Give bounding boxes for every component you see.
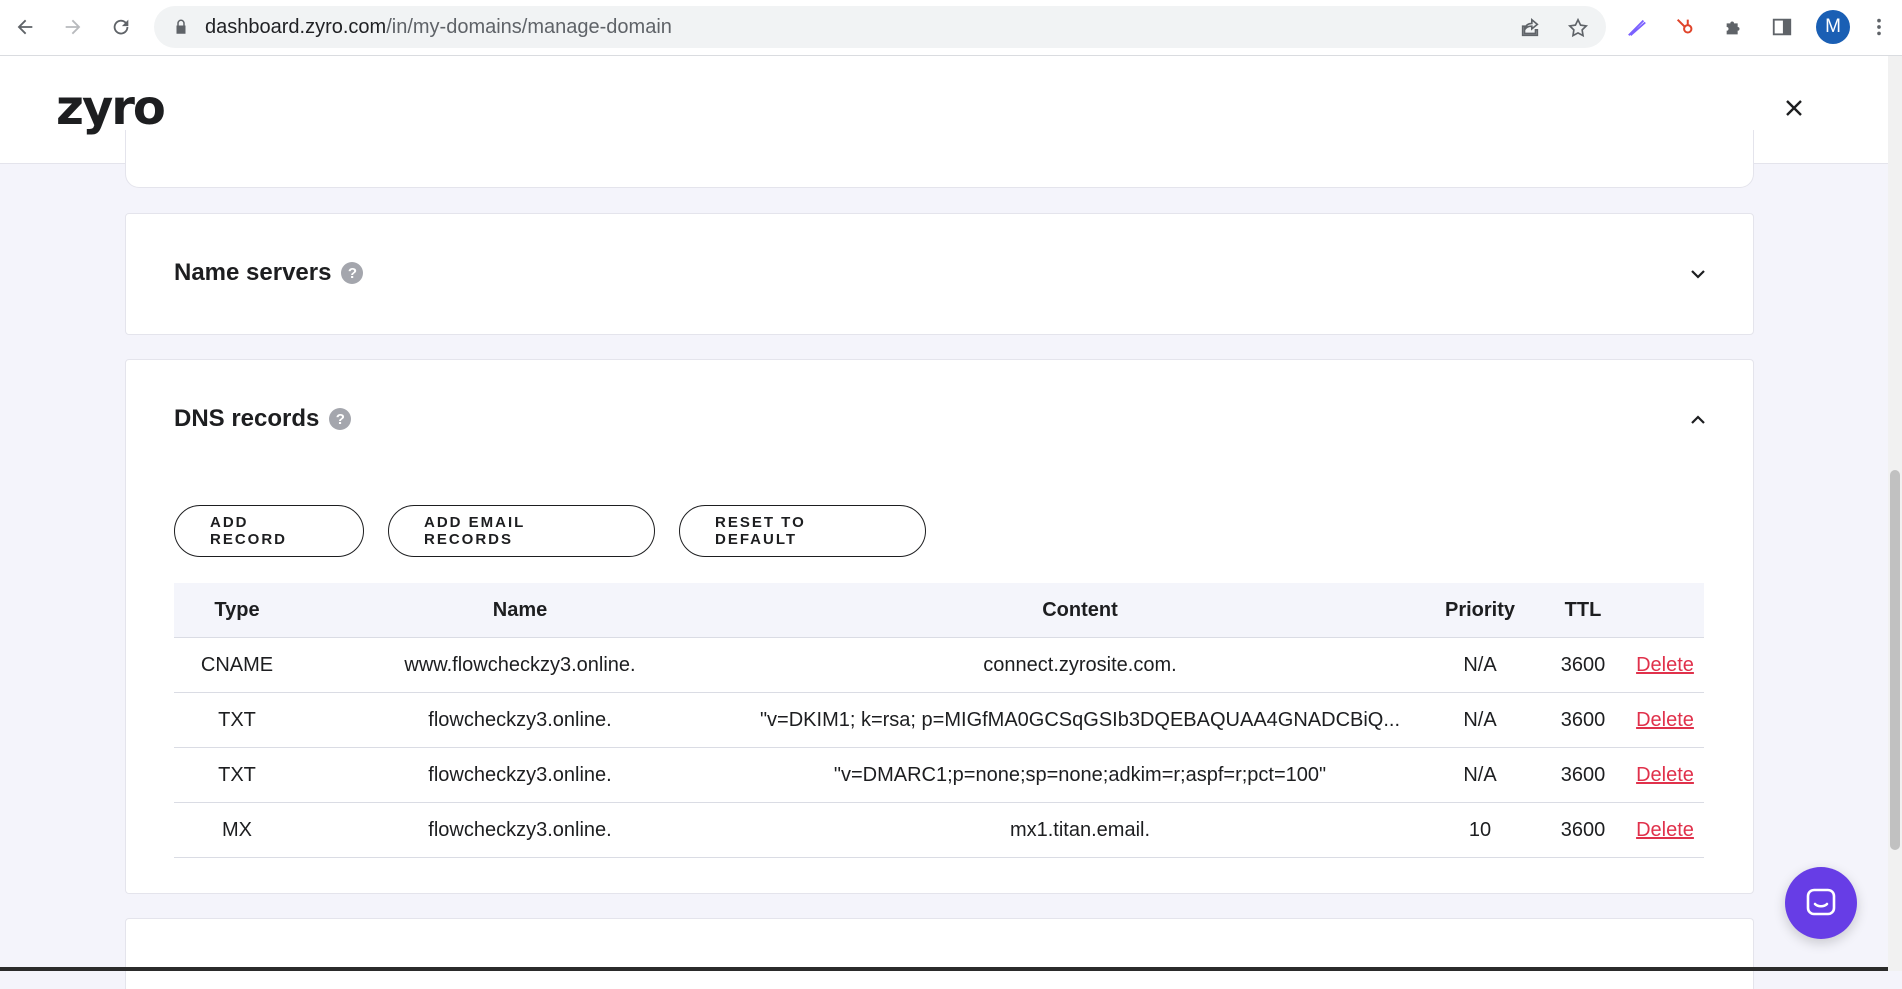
record-ttl: 3600 xyxy=(1540,802,1626,858)
record-content: "v=DMARC1;p=none;sp=none;adkim=r;aspf=r;… xyxy=(740,747,1420,803)
help-icon[interactable]: ? xyxy=(329,408,352,430)
next-section-card xyxy=(125,918,1754,989)
forward-arrow-icon[interactable] xyxy=(58,12,88,42)
record-ttl: 3600 xyxy=(1540,637,1626,693)
column-actions xyxy=(1626,583,1704,638)
delete-record-link[interactable]: Delete xyxy=(1636,819,1694,841)
table-row: MX flowcheckzy3.online. mx1.titan.email.… xyxy=(174,802,1704,858)
record-priority: N/A xyxy=(1420,692,1540,748)
back-arrow-icon[interactable] xyxy=(10,12,40,42)
scrollbar-thumb[interactable] xyxy=(1890,470,1900,850)
delete-record-link[interactable]: Delete xyxy=(1636,654,1694,676)
record-name: flowcheckzy3.online. xyxy=(300,747,740,803)
record-content: "v=DKIM1; k=rsa; p=MIGfMA0GCSqGSIb3DQEBA… xyxy=(740,692,1420,748)
url-text: dashboard.zyro.com/in/my-domains/manage-… xyxy=(205,16,672,38)
previous-section-card xyxy=(125,130,1754,188)
address-bar[interactable]: dashboard.zyro.com/in/my-domains/manage-… xyxy=(154,6,1606,48)
puzzle-extensions-icon[interactable] xyxy=(1721,14,1747,40)
close-icon[interactable] xyxy=(1778,92,1810,124)
hubspot-extension-icon[interactable] xyxy=(1672,14,1698,40)
dns-records-title: DNS records xyxy=(174,405,320,432)
url-domain: dashboard.zyro.com xyxy=(205,16,387,38)
column-ttl: TTL xyxy=(1540,583,1626,638)
table-header-row: Type Name Content Priority TTL xyxy=(174,583,1704,638)
table-row: CNAME www.flowcheckzy3.online. connect.z… xyxy=(174,637,1704,693)
record-type: TXT xyxy=(174,692,300,748)
lock-icon[interactable] xyxy=(172,18,190,36)
record-content: mx1.titan.email. xyxy=(740,802,1420,858)
help-icon[interactable]: ? xyxy=(341,262,364,284)
add-email-records-button[interactable]: ADD EMAIL RECORDS xyxy=(388,505,655,557)
share-icon[interactable] xyxy=(1518,16,1542,40)
name-servers-header[interactable]: Name servers ? xyxy=(174,259,364,287)
dns-records-table: Type Name Content Priority TTL CNAME www… xyxy=(174,583,1704,858)
record-type: CNAME xyxy=(174,637,300,693)
record-ttl: 3600 xyxy=(1540,747,1626,803)
name-servers-title: Name servers xyxy=(174,259,332,286)
chevron-up-icon[interactable] xyxy=(1685,407,1711,433)
record-name: www.flowcheckzy3.online. xyxy=(300,637,740,693)
chat-icon xyxy=(1806,888,1836,916)
add-record-button[interactable]: ADD RECORD xyxy=(174,505,364,557)
pen-extension-icon[interactable] xyxy=(1624,14,1650,40)
reload-icon[interactable] xyxy=(106,12,136,42)
profile-avatar[interactable]: M xyxy=(1816,10,1850,44)
column-name: Name xyxy=(300,583,740,638)
record-type: TXT xyxy=(174,747,300,803)
chat-support-button[interactable] xyxy=(1785,867,1857,939)
record-priority: 10 xyxy=(1420,802,1540,858)
name-servers-card: Name servers ? xyxy=(125,213,1754,335)
delete-record-link[interactable]: Delete xyxy=(1636,764,1694,786)
table-row: TXT flowcheckzy3.online. "v=DKIM1; k=rsa… xyxy=(174,692,1704,748)
delete-record-link[interactable]: Delete xyxy=(1636,709,1694,731)
record-content: connect.zyrosite.com. xyxy=(740,637,1420,693)
browser-toolbar: dashboard.zyro.com/in/my-domains/manage-… xyxy=(0,0,1902,56)
record-type: MX xyxy=(174,802,300,858)
side-panel-icon[interactable] xyxy=(1769,14,1795,40)
record-ttl: 3600 xyxy=(1540,692,1626,748)
dns-records-card: DNS records ? ADD RECORD ADD EMAIL RECOR… xyxy=(125,359,1754,894)
record-name: flowcheckzy3.online. xyxy=(300,692,740,748)
column-type: Type xyxy=(174,583,300,638)
dns-actions: ADD RECORD ADD EMAIL RECORDS RESET TO DE… xyxy=(174,505,926,557)
record-priority: N/A xyxy=(1420,747,1540,803)
url-path: /in/my-domains/manage-domain xyxy=(386,16,672,38)
star-icon[interactable] xyxy=(1566,16,1590,40)
table-row: TXT flowcheckzy3.online. "v=DMARC1;p=non… xyxy=(174,747,1704,803)
zyro-logo[interactable]: zyro xyxy=(56,80,166,136)
dns-records-header[interactable]: DNS records ? xyxy=(174,405,352,433)
record-name: flowcheckzy3.online. xyxy=(300,802,740,858)
taskbar-edge xyxy=(0,967,1888,971)
reset-to-default-button[interactable]: RESET TO DEFAULT xyxy=(679,505,926,557)
more-vert-icon[interactable] xyxy=(1866,14,1892,40)
chevron-down-icon[interactable] xyxy=(1685,261,1711,287)
column-content: Content xyxy=(740,583,1420,638)
column-priority: Priority xyxy=(1420,583,1540,638)
record-priority: N/A xyxy=(1420,637,1540,693)
